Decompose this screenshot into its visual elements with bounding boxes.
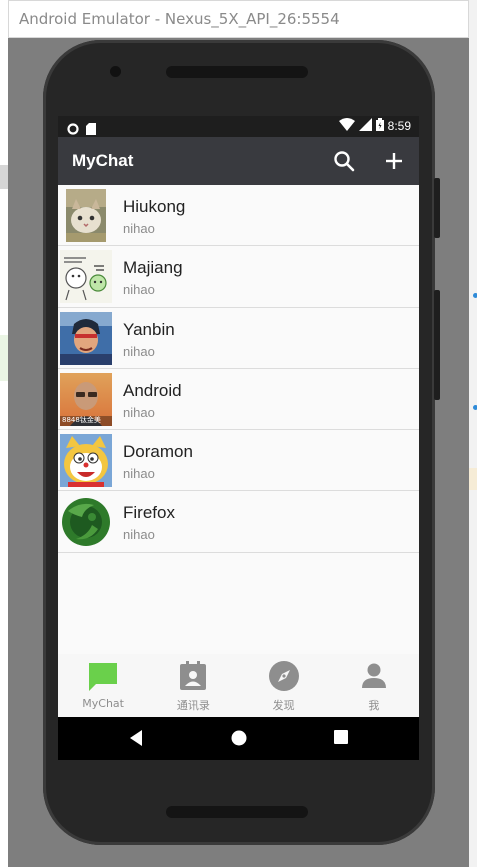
chat-row-majiang[interactable]: Majiang nihao <box>58 246 419 308</box>
chat-name: Doramon <box>123 442 193 462</box>
avatar-caption: 8848钛金美 <box>62 415 101 424</box>
tab-label: 发现 <box>272 699 295 712</box>
chat-name: Majiang <box>123 258 183 278</box>
chat-name: Android <box>123 380 182 400</box>
recents-icon[interactable] <box>333 729 349 749</box>
bottom-speaker <box>166 806 308 818</box>
contacts-icon <box>177 660 209 692</box>
front-camera <box>110 66 121 77</box>
chat-message: nihao <box>123 221 155 236</box>
chat-message: nihao <box>123 527 155 543</box>
system-navigation-bar <box>58 717 419 760</box>
signal-icon <box>358 118 372 134</box>
chat-message: nihao <box>123 404 155 420</box>
tab-label: 通讯录 <box>176 699 210 712</box>
person-icon <box>358 660 390 692</box>
app-title: MyChat <box>72 151 134 170</box>
plus-icon[interactable] <box>382 149 406 173</box>
chat-name: Yanbin <box>123 319 175 339</box>
compass-icon <box>268 660 300 692</box>
chat-name: Firefox <box>123 503 175 523</box>
battery-icon <box>375 118 384 134</box>
window-title: Android Emulator - Nexus_5X_API_26:5554 <box>19 10 340 28</box>
tab-label: 我 <box>368 699 380 712</box>
home-icon[interactable] <box>230 729 248 751</box>
chat-row-android[interactable]: 8848钛金美 Android nihao <box>58 368 419 431</box>
anime-avatar <box>60 311 112 365</box>
chat-row-doramon[interactable]: Doramon nihao <box>58 430 419 492</box>
firefox-avatar <box>60 495 112 549</box>
chat-row-firefox[interactable]: Firefox nihao <box>58 491 419 553</box>
chat-message: nihao <box>123 282 155 298</box>
wifi-icon <box>338 118 355 134</box>
tab-me[interactable]: 我 <box>329 654 419 717</box>
clock-time: 8:59 <box>387 119 411 133</box>
status-bar: 8:59 <box>58 116 419 137</box>
top-speaker <box>166 66 308 78</box>
phone-screen: 8:59 MyChat Hiukong nihao Majiang nihao … <box>58 116 419 760</box>
chat-message: nihao <box>123 343 155 359</box>
bottom-navigation: MyChat 通讯录 发现 我 <box>58 654 419 717</box>
cat-avatar <box>60 434 112 488</box>
emulator-titlebar[interactable]: Android Emulator - Nexus_5X_API_26:5554 <box>8 0 469 38</box>
app-toolbar: MyChat <box>58 137 419 185</box>
tab-mychat[interactable]: MyChat <box>58 654 148 717</box>
chat-icon <box>87 660 119 692</box>
volume-button[interactable] <box>434 290 440 400</box>
tab-contacts[interactable]: 通讯录 <box>148 654 238 717</box>
sticker-avatar <box>60 250 112 304</box>
tab-label: MyChat <box>82 697 124 710</box>
chat-row-yanbin[interactable]: Yanbin nihao <box>58 307 419 369</box>
desktop-right-edge <box>469 0 477 867</box>
man-avatar: 8848钛金美 <box>60 372 112 426</box>
power-button[interactable] <box>434 178 440 238</box>
back-icon[interactable] <box>128 729 144 751</box>
tab-discover[interactable]: 发现 <box>239 654 329 717</box>
chat-name: Hiukong <box>123 197 186 216</box>
chat-message: nihao <box>123 466 155 482</box>
chat-list: Hiukong nihao Majiang nihao Yanbin nihao… <box>58 185 419 553</box>
kitten-avatar <box>60 189 112 242</box>
desktop-left-edge <box>0 0 8 867</box>
search-icon[interactable] <box>332 149 356 173</box>
chat-row-hiukong[interactable]: Hiukong nihao <box>58 185 419 247</box>
